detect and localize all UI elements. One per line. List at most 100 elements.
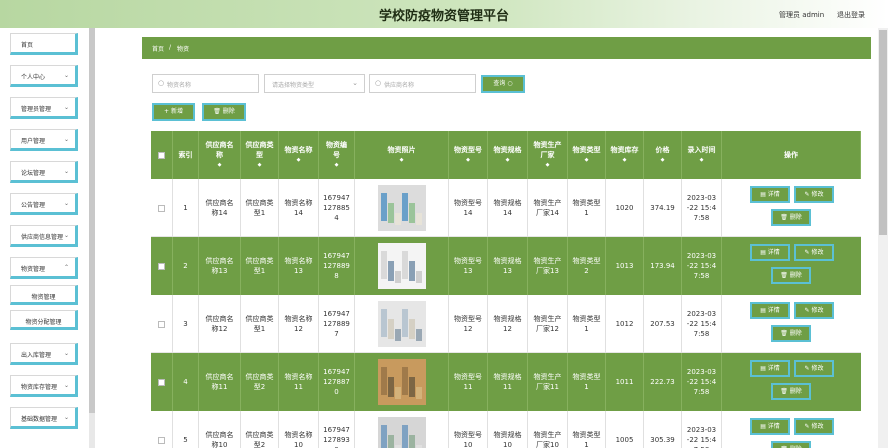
page-scrollbar-thumb[interactable] xyxy=(879,30,887,235)
cell-time-text: 2023-03-22 15:47:58 xyxy=(686,426,717,448)
column-header[interactable]: 供应商类型 ◆ xyxy=(241,131,279,179)
search-icon: ○ xyxy=(158,79,165,87)
column-header[interactable]: 物资库存 ◆ xyxy=(606,131,644,179)
row-delete-button[interactable]: 🗑 删除 xyxy=(771,383,811,400)
edit-button[interactable]: ✎ 修改 xyxy=(794,186,834,203)
cell-stype-text: 供应商类型1 xyxy=(245,315,274,333)
edit-button[interactable]: ✎ 修改 xyxy=(794,418,834,435)
breadcrumb-home[interactable]: 首页 xyxy=(152,44,164,53)
cell-time: 2023-03-22 15:47:58 xyxy=(682,353,722,411)
sort-icon[interactable]: ◆ xyxy=(506,155,510,165)
sidebar-subitem[interactable]: 物资管理 xyxy=(10,285,78,305)
row-delete-button[interactable]: 🗑 删除 xyxy=(771,209,811,226)
column-header[interactable]: 物资规格 ◆ xyxy=(488,131,528,179)
detail-button[interactable]: ▤ 详情 xyxy=(750,186,790,203)
delete-button[interactable]: 🗑 删除 xyxy=(202,103,246,121)
cell-spec: 物资规格11 xyxy=(488,353,528,411)
cell-idx-text: 4 xyxy=(183,378,188,386)
add-button[interactable]: + 新增 xyxy=(152,103,195,121)
sort-icon[interactable]: ◆ xyxy=(400,155,404,165)
table-row: 4 供应商名称11 供应商类型2 物资名称11 1679471278870 物资型号11 物… xyxy=(151,353,861,411)
material-photo xyxy=(355,237,449,295)
row-checkbox[interactable] xyxy=(151,411,173,448)
select-all-checkbox[interactable] xyxy=(151,131,173,179)
cell-stock: 1011 xyxy=(606,353,644,411)
sidebar-item[interactable]: 首页 xyxy=(10,33,78,55)
row-checkbox[interactable] xyxy=(151,295,173,353)
sidebar-item[interactable]: 基础数据管理 ⌄ xyxy=(10,407,78,429)
query-button[interactable]: 查询 ○ xyxy=(481,75,525,93)
cell-maker-text: 物资生产厂家13 xyxy=(533,257,562,275)
supplier-name-input[interactable]: ○ 供应商名称 xyxy=(369,74,476,93)
sort-icon[interactable]: ◆ xyxy=(700,155,704,165)
sort-icon[interactable]: ◆ xyxy=(218,160,222,170)
cell-mtype-text: 物资类型1 xyxy=(572,431,601,448)
logout-link[interactable]: 退出登录 xyxy=(837,10,865,20)
sort-icon[interactable]: ◆ xyxy=(466,155,470,165)
sort-icon[interactable]: ◆ xyxy=(585,155,589,165)
sidebar-item[interactable]: 公告管理 ⌄ xyxy=(10,193,78,215)
column-header[interactable]: 价格 ◆ xyxy=(644,131,682,179)
row-checkbox[interactable] xyxy=(151,179,173,237)
row-delete-button[interactable]: 🗑 删除 xyxy=(771,441,811,448)
photo-item xyxy=(415,387,422,399)
sort-icon[interactable]: ◆ xyxy=(258,160,262,170)
cell-idx: 5 xyxy=(173,411,199,448)
top-bar: 学校防疫物资管理平台 管理员 admin 退出登录 xyxy=(0,0,888,28)
sidebar-item[interactable]: 管理员管理 ⌄ xyxy=(10,97,78,119)
column-header[interactable]: 物资名称 ◆ xyxy=(279,131,319,179)
column-header[interactable]: 物资类型 ◆ xyxy=(568,131,606,179)
cell-model-text: 物资型号10 xyxy=(454,431,482,448)
sidebar-item[interactable]: 物资管理 ⌃ xyxy=(10,257,78,279)
detail-button[interactable]: ▤ 详情 xyxy=(750,244,790,261)
edit-button[interactable]: ✎ 修改 xyxy=(794,360,834,377)
column-header[interactable]: 录入时间 ◆ xyxy=(682,131,722,179)
cell-price: 207.53 xyxy=(644,295,682,353)
sidebar-subitem[interactable]: 物资分配管理 xyxy=(10,310,78,330)
material-type-select[interactable]: 请选择物资类型 ⌄ xyxy=(264,74,365,93)
sort-icon[interactable]: ◆ xyxy=(335,160,339,170)
sidebar-item[interactable]: 论坛管理 ⌄ xyxy=(10,161,78,183)
cell-name-text: 物资名称10 xyxy=(284,431,313,448)
sidebar-item[interactable]: 个人中心 ⌄ xyxy=(10,65,78,87)
material-name-input[interactable]: ○ 物资名称 xyxy=(152,74,259,93)
column-header[interactable]: 供应商名称 ◆ xyxy=(199,131,241,179)
sort-icon[interactable]: ◆ xyxy=(661,155,665,165)
sort-icon[interactable]: ◆ xyxy=(546,160,550,170)
edit-button[interactable]: ✎ 修改 xyxy=(794,302,834,319)
cell-stype: 供应商类型1 xyxy=(241,179,279,237)
cell-maker: 物资生产厂家10 xyxy=(528,411,568,448)
sidebar-item[interactable]: 供应商信息管理 ⌄ xyxy=(10,225,78,247)
column-header[interactable]: 物资生产厂家 ◆ xyxy=(528,131,568,179)
sidebar-scrollbar-thumb[interactable] xyxy=(89,28,95,413)
cell-code: 1679471278870 xyxy=(319,353,355,411)
cell-mtype: 物资类型1 xyxy=(568,353,606,411)
column-header[interactable]: 物资编号 ◆ xyxy=(319,131,355,179)
sidebar-subitem-label: 物资分配管理 xyxy=(25,319,62,326)
breadcrumb: 首页 / 物资 xyxy=(142,37,871,59)
column-header[interactable]: 物资照片 ◆ xyxy=(355,131,449,179)
trash-icon: 🗑 xyxy=(780,330,790,337)
sidebar-item[interactable]: 用户管理 ⌄ xyxy=(10,129,78,151)
detail-button[interactable]: ▤ 详情 xyxy=(750,418,790,435)
table-row: 1 供应商名称14 供应商类型1 物资名称14 1679471278854 物资型号14 物… xyxy=(151,179,861,237)
row-checkbox[interactable] xyxy=(151,237,173,295)
row-delete-button[interactable]: 🗑 删除 xyxy=(771,325,811,342)
detail-button[interactable]: ▤ 详情 xyxy=(750,302,790,319)
sidebar-item-label: 公告管理 xyxy=(21,202,46,209)
sidebar-item[interactable]: 出入库管理 ⌄ xyxy=(10,343,78,365)
sidebar-item[interactable]: 物资库存管理 ⌄ xyxy=(10,375,78,397)
column-header[interactable]: 物资型号 ◆ xyxy=(449,131,488,179)
detail-button[interactable]: ▤ 详情 xyxy=(750,360,790,377)
row-checkbox[interactable] xyxy=(151,353,173,411)
sort-icon[interactable]: ◆ xyxy=(297,155,301,165)
sort-icon[interactable]: ◆ xyxy=(623,155,627,165)
cell-spec: 物资规格14 xyxy=(488,179,528,237)
cell-code-text: 1679471278898 xyxy=(323,252,350,280)
edit-button-label: 修改 xyxy=(811,191,824,198)
edit-button[interactable]: ✎ 修改 xyxy=(794,244,834,261)
photo-item xyxy=(380,309,387,337)
column-header-label: 物资生产厂家 xyxy=(533,141,562,159)
row-delete-button[interactable]: 🗑 删除 xyxy=(771,267,811,284)
sidebar-item-label: 管理员管理 xyxy=(21,106,52,113)
